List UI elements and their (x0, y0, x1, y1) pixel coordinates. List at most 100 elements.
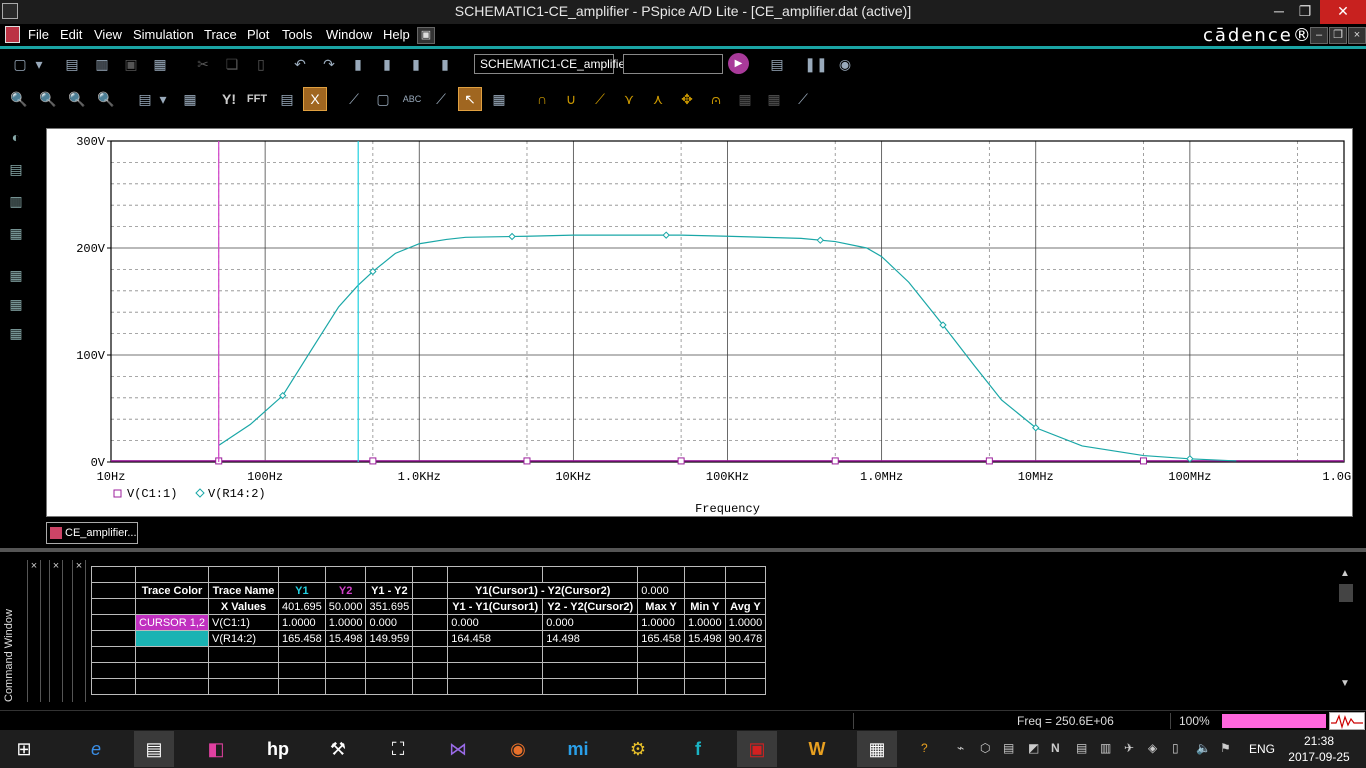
scroll-down-icon[interactable]: ▼ (1340, 678, 1350, 689)
cursor-slope-icon[interactable]: ⟋ (588, 87, 612, 111)
mdi-close-button[interactable]: × (1348, 27, 1366, 44)
eval-goal-icon[interactable]: ▢ (371, 87, 395, 111)
battery-tray-icon[interactable]: ▯ (1172, 741, 1179, 755)
clock[interactable]: 21:38 2017-09-25 (1288, 733, 1350, 765)
view-output-icon[interactable]: ▤ (765, 52, 789, 76)
performance-icon[interactable]: ▤ (275, 87, 299, 111)
hp-icon[interactable]: hp (258, 731, 298, 767)
flag-tray-icon[interactable]: ⚑ (1220, 741, 1231, 755)
windows-start-icon[interactable]: ⊞ (4, 731, 44, 767)
airplane-tray-icon[interactable]: ✈ (1124, 741, 1134, 755)
cursor-prev-icon[interactable]: ▦ (762, 87, 786, 111)
mdi-minimize-button[interactable]: – (1310, 27, 1328, 44)
cursor-min-icon[interactable]: ⋎ (617, 87, 641, 111)
undo-icon[interactable]: ↶ (288, 52, 312, 76)
add-plot-icon[interactable]: ▦ (5, 264, 27, 286)
profile-secondary-field[interactable] (623, 54, 723, 74)
redo-icon[interactable]: ↷ (317, 52, 341, 76)
simulation-profile-select[interactable]: SCHEMATIC1-CE_amplifier (474, 54, 629, 74)
network-tool-icon[interactable]: ⚙ (618, 731, 658, 767)
media-tray-icon[interactable]: ◈ (1148, 741, 1157, 755)
scroll-thumb[interactable] (1339, 584, 1353, 602)
print-icon[interactable]: ▦ (148, 52, 172, 76)
help-tray-icon[interactable]: ? (921, 741, 928, 755)
cut-icon[interactable]: ✂ (191, 52, 215, 76)
media-icon[interactable]: ⛶ (378, 731, 418, 767)
mdi-restore-button[interactable]: ❐ (1329, 27, 1347, 44)
panel-close-icon-3[interactable]: × (72, 560, 86, 702)
x-axis-button[interactable]: X (303, 87, 327, 111)
close-button[interactable]: ✕ (1320, 0, 1366, 24)
new-dropdown-icon[interactable]: ▾ (32, 52, 46, 76)
table-row[interactable]: CURSOR 1,2 V(C1:1) 1.0000 1.0000 0.000 0… (91, 614, 767, 631)
network-tray-icon[interactable]: ▥ (1100, 741, 1111, 755)
update-tray-icon[interactable]: ◩ (1028, 741, 1039, 755)
cursor-peak-icon[interactable]: ∩ (530, 87, 554, 111)
toggle-cursor-icon[interactable]: ↖ (458, 87, 482, 111)
cursor-max-icon[interactable]: ⋏ (646, 87, 670, 111)
toggle-plot-icon[interactable]: ▤ (133, 87, 157, 111)
cursor-search-icon[interactable]: ⩀ (704, 87, 728, 111)
layout-icon[interactable]: ▣ (417, 27, 435, 44)
internet-explorer-icon[interactable]: e (76, 731, 116, 767)
menu-trace[interactable]: Trace (204, 27, 237, 42)
pause-icon[interactable]: ❚❚ (804, 52, 828, 76)
folder-tray-icon[interactable]: ▤ (1076, 741, 1087, 755)
menu-simulation[interactable]: Simulation (133, 27, 194, 42)
menu-file[interactable]: File (28, 27, 49, 42)
panel-close-icon[interactable]: × (27, 560, 41, 702)
menu-help[interactable]: Help (383, 27, 410, 42)
panel-close-icon-2[interactable]: × (49, 560, 63, 702)
panel-scrollbar[interactable]: ▲ ▼ (1336, 568, 1356, 692)
open-folder-icon[interactable]: ▤ (60, 52, 84, 76)
schematic-icon[interactable]: ◐ (5, 126, 27, 148)
menu-plot[interactable]: Plot (247, 27, 269, 42)
restore-button[interactable]: ❐ (1290, 0, 1320, 24)
visual-studio-icon[interactable]: ⋈ (438, 731, 478, 767)
frequency-response-chart[interactable]: 300V 200V 100V 0V10Hz 100Hz 1.0KHz 10KHz 100KHz… (47, 129, 1352, 516)
probe-plot-window[interactable]: 300V 200V 100V 0V 10Hz 100Hz 1.0KHz 10KHz 100KHz… (46, 128, 1353, 517)
language-indicator[interactable]: ENG (1249, 742, 1275, 756)
copy-icon[interactable]: ❏ (220, 52, 244, 76)
plot-settings-icon[interactable]: ▦ (178, 87, 202, 111)
menu-edit[interactable]: Edit (60, 27, 82, 42)
netlist-icon[interactable]: ▤ (5, 158, 27, 180)
add-trace-icon[interactable]: ⟋ (342, 87, 366, 111)
word-icon[interactable]: W (797, 731, 837, 767)
stop-icon[interactable]: ◉ (833, 52, 857, 76)
new-file-icon[interactable]: ▢ (8, 52, 32, 76)
volume-tray-icon[interactable]: 🔈 (1196, 741, 1211, 755)
voltage-marker-icon[interactable]: ▮ (375, 52, 399, 76)
table-row[interactable]: V(R14:2) 165.458 15.498 149.959 164.458 … (91, 630, 767, 647)
run-simulation-button[interactable]: ▶ (728, 53, 749, 74)
menu-tools[interactable]: Tools (282, 27, 312, 42)
zoom-in-icon[interactable]: 🔍 (7, 87, 31, 111)
mi-icon[interactable]: mi (558, 731, 598, 767)
menu-view[interactable]: View (94, 27, 122, 42)
plot-window-icon[interactable]: ▦ (5, 293, 27, 315)
trace-color-swatch[interactable] (134, 630, 210, 647)
shield-tray-icon[interactable]: ⬡ (980, 741, 990, 755)
open-sim-icon[interactable]: ▥ (90, 52, 114, 76)
firefox-icon[interactable]: ◉ (498, 731, 538, 767)
menu-window[interactable]: Window (326, 27, 372, 42)
mark-data-icon[interactable]: ⟋ (429, 87, 453, 111)
tools-icon[interactable]: ⚒ (318, 731, 358, 767)
snap-to-data-icon[interactable]: ⟋ (791, 87, 815, 111)
cursor-point-icon[interactable]: ✥ (675, 87, 699, 111)
label-cursor-icon[interactable]: ▦ (487, 87, 511, 111)
scroll-up-icon[interactable]: ▲ (1340, 568, 1350, 579)
log-y-button[interactable]: Y! (217, 87, 241, 111)
usb-tray-icon[interactable]: ⌁ (957, 741, 964, 755)
zoom-area-icon[interactable]: 🔍 (65, 87, 89, 111)
font-app-icon[interactable]: f (678, 731, 718, 767)
label-text-icon[interactable]: ABC (400, 87, 424, 111)
probe-window-icon[interactable]: ▦ (5, 222, 27, 244)
current-marker-icon[interactable]: ▮ (404, 52, 428, 76)
pspice-capture-icon[interactable]: ▣ (737, 731, 777, 767)
plot-dropdown-icon[interactable]: ▾ (156, 87, 170, 111)
document-icon[interactable] (5, 26, 20, 43)
bias-icon[interactable]: ▦ (5, 322, 27, 344)
onenote-tray-icon[interactable]: N (1051, 741, 1060, 755)
power-marker-icon[interactable]: ▮ (433, 52, 457, 76)
